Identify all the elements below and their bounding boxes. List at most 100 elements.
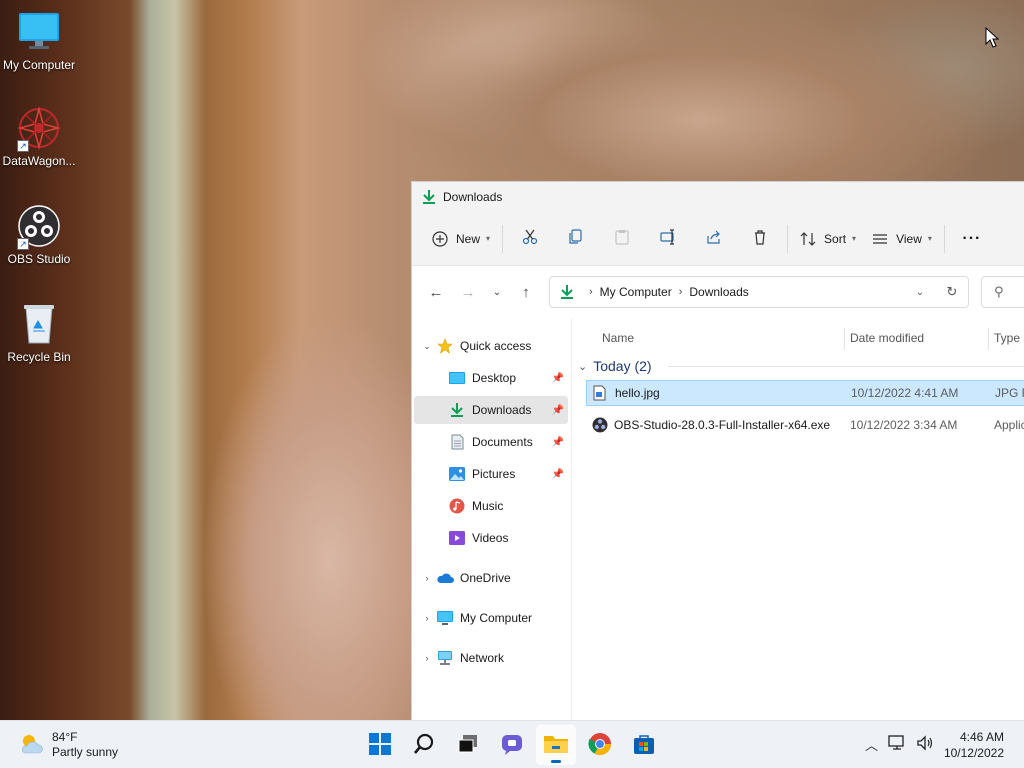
column-header-name[interactable]: Name xyxy=(602,326,634,350)
store-icon xyxy=(633,733,655,758)
column-header-date-modified[interactable]: Date modified xyxy=(850,326,924,350)
desktop-icon-my-computer[interactable]: My Computer xyxy=(0,10,78,72)
nav-item-videos[interactable]: Videos xyxy=(414,524,568,552)
file-row[interactable]: hello.jpg 10/12/2022 4:41 AM JPG Fi xyxy=(586,380,1024,406)
column-header-type[interactable]: Type xyxy=(994,326,1020,350)
up-button[interactable]: ↑ xyxy=(510,278,542,306)
search-button[interactable] xyxy=(404,725,444,765)
more-options-button[interactable]: ··· xyxy=(949,222,995,256)
download-icon xyxy=(448,402,466,418)
taskbar: 84°F Partly sunny ︿ 4:46 AM 10/12/2022 xyxy=(0,720,1024,768)
breadcrumb-my-computer[interactable]: My Computer xyxy=(600,285,672,299)
taskbar-clock[interactable]: 4:46 AM 10/12/2022 xyxy=(944,729,1004,761)
sort-button[interactable]: Sort ▾ xyxy=(792,222,864,256)
taskbar-chrome[interactable] xyxy=(580,725,620,765)
address-bar-actions: ⌄ ↻ xyxy=(904,277,968,307)
file-name: hello.jpg xyxy=(615,386,660,400)
column-divider[interactable] xyxy=(844,328,845,350)
ellipsis-icon: ··· xyxy=(962,229,982,247)
breadcrumb-downloads[interactable]: Downloads xyxy=(689,285,748,299)
nav-item-music[interactable]: Music xyxy=(414,492,568,520)
weather-widget[interactable]: 84°F Partly sunny xyxy=(18,730,118,760)
desktop-icon-recycle-bin[interactable]: Recycle Bin xyxy=(0,302,78,364)
volume-icon[interactable] xyxy=(916,735,934,754)
chevron-down-icon[interactable]: ⌄ xyxy=(418,341,436,352)
address-history-dropdown-icon[interactable]: ⌄ xyxy=(904,287,936,298)
paste-button[interactable] xyxy=(599,222,645,256)
nav-label: Network xyxy=(460,651,505,665)
nav-item-documents[interactable]: Documents 📌 xyxy=(414,428,568,456)
recent-locations-button[interactable]: ⌄ xyxy=(484,278,510,306)
chevron-up-icon[interactable]: ︿ xyxy=(865,735,878,754)
nav-label: Videos xyxy=(472,531,509,545)
monitor-icon xyxy=(17,10,61,54)
nav-item-network[interactable]: › Network xyxy=(414,644,568,672)
nav-item-downloads[interactable]: Downloads 📌 xyxy=(414,396,568,424)
music-icon xyxy=(448,498,466,514)
pin-icon[interactable]: 📌 xyxy=(552,437,564,448)
chat-button[interactable] xyxy=(492,725,532,765)
navigation-pane: ⌄ Quick access Desktop 📌 Downloads 📌 Doc… xyxy=(412,318,572,720)
file-date: 10/12/2022 4:41 AM xyxy=(851,386,959,400)
cut-button[interactable] xyxy=(507,222,553,256)
nav-label: Downloads xyxy=(472,403,532,417)
new-label: New xyxy=(456,231,481,246)
chrome-icon xyxy=(588,732,612,759)
forward-button[interactable]: → xyxy=(452,278,484,306)
clock-time: 4:46 AM xyxy=(959,730,1004,744)
column-divider[interactable] xyxy=(988,328,989,350)
nav-item-desktop[interactable]: Desktop 📌 xyxy=(414,364,568,392)
desktop-icon-obs-studio[interactable]: ↗ OBS Studio xyxy=(0,204,78,266)
shortcut-arrow-icon: ↗ xyxy=(17,238,29,250)
nav-label: OneDrive xyxy=(460,571,511,585)
arrow-up-icon: ↑ xyxy=(522,283,530,301)
refresh-icon[interactable]: ↻ xyxy=(936,284,968,300)
start-button[interactable] xyxy=(360,725,400,765)
rename-button[interactable] xyxy=(645,222,691,256)
delete-button[interactable] xyxy=(737,222,783,256)
pin-icon[interactable]: 📌 xyxy=(552,373,564,384)
clock-date: 10/12/2022 xyxy=(943,746,1004,760)
task-view-button[interactable] xyxy=(448,725,488,765)
mouse-cursor-icon xyxy=(985,27,999,48)
nav-item-my-computer[interactable]: › My Computer xyxy=(414,604,568,632)
nav-label: Pictures xyxy=(472,467,516,481)
window-titlebar[interactable]: Downloads xyxy=(412,182,1024,212)
arrow-right-icon: → xyxy=(460,283,476,301)
chevron-down-icon: ⌄ xyxy=(578,360,588,373)
chevron-down-icon: ▾ xyxy=(852,234,857,243)
group-header-today[interactable]: ⌄ Today (2) xyxy=(578,354,1024,378)
active-app-indicator xyxy=(551,760,561,763)
chevron-right-icon[interactable]: › xyxy=(418,573,436,583)
taskbar-file-explorer[interactable] xyxy=(536,725,576,765)
back-button[interactable]: ← xyxy=(420,278,452,306)
windows-logo-icon xyxy=(369,732,391,758)
rename-icon xyxy=(660,229,676,248)
recycle-bin-icon xyxy=(17,302,61,346)
share-button[interactable] xyxy=(691,222,737,256)
file-type: JPG Fi xyxy=(995,386,1024,400)
nav-label: Music xyxy=(472,499,504,513)
nav-label: Documents xyxy=(472,435,533,449)
chevron-right-icon[interactable]: › xyxy=(418,613,436,623)
desktop-icon-label: DataWagon... xyxy=(2,154,76,168)
taskbar-store[interactable] xyxy=(624,725,664,765)
chevron-right-icon[interactable]: › xyxy=(418,653,436,663)
file-row[interactable]: OBS-Studio-28.0.3-Full-Installer-x64.exe… xyxy=(586,412,1024,438)
copy-icon xyxy=(568,229,584,248)
search-input[interactable]: ⚲ xyxy=(981,276,1024,308)
arrow-left-icon: ← xyxy=(428,283,444,301)
pin-icon[interactable]: 📌 xyxy=(552,405,564,416)
new-button[interactable]: New ▾ xyxy=(424,222,498,256)
address-bar[interactable]: › My Computer › Downloads ⌄ ↻ xyxy=(549,276,969,308)
view-button[interactable]: View ▾ xyxy=(864,222,940,256)
nav-item-pictures[interactable]: Pictures 📌 xyxy=(414,460,568,488)
plus-circle-icon xyxy=(432,230,448,247)
desktop-icon-datawagon[interactable]: ↗ DataWagon... xyxy=(0,106,78,168)
copy-button[interactable] xyxy=(553,222,599,256)
network-status-icon[interactable] xyxy=(888,735,906,754)
file-type: Applic xyxy=(994,418,1024,432)
pin-icon[interactable]: 📌 xyxy=(552,469,564,480)
nav-item-onedrive[interactable]: › OneDrive xyxy=(414,564,568,592)
nav-item-quick-access[interactable]: ⌄ Quick access xyxy=(414,332,568,360)
